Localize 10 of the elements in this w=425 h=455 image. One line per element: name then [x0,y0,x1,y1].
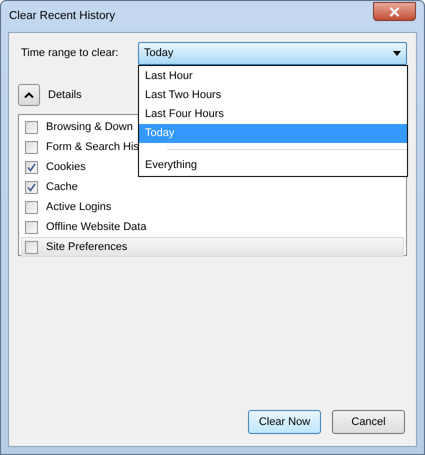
details-label: Details [48,88,82,103]
time-range-label: Time range to clear: [20,46,120,62]
window-title: Clear Recent History [9,8,116,24]
history-item-label: Cache [46,180,78,195]
history-item-label: Site Preferences [46,240,128,255]
history-item-label: Form & Search His [46,140,139,155]
history-item-label: Browsing & Down [46,120,133,135]
history-item-label: Cookies [46,160,86,175]
history-item-label: Offline Website Data [46,220,146,235]
history-item-label: Active Logins [46,200,112,215]
